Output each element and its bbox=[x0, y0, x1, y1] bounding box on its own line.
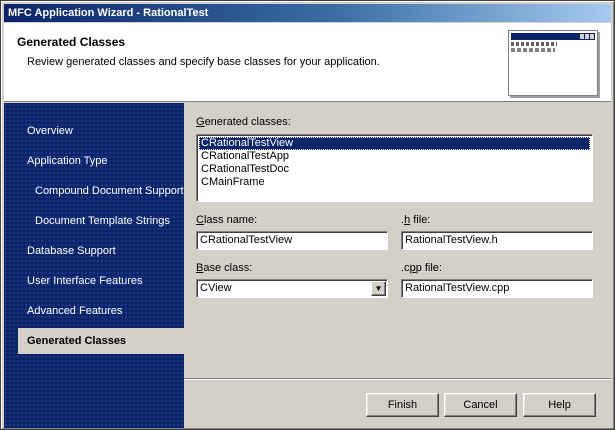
cpp-file-label: .cpp file: bbox=[401, 262, 442, 274]
sidebar-item-document-template-strings[interactable]: Document Template Strings bbox=[4, 208, 184, 234]
cpp-file-label-text: p file: bbox=[415, 262, 442, 274]
finish-button[interactable]: Finish bbox=[366, 393, 439, 417]
base-class-label-text: ase class: bbox=[203, 262, 253, 274]
help-button[interactable]: Help bbox=[523, 393, 596, 417]
chevron-down-icon[interactable]: ▼ bbox=[371, 281, 386, 296]
cpp-file-label-prefix: .c bbox=[401, 262, 410, 274]
wizard-header: Generated Classes Review generated class… bbox=[4, 23, 611, 102]
wizard-window: MFC Application Wizard - RationalTest Ge… bbox=[0, 0, 615, 430]
wizard-sidebar: Overview Application Type Compound Docum… bbox=[4, 103, 184, 428]
list-item[interactable]: CRationalTestApp bbox=[199, 150, 590, 163]
generated-classes-label: Generated classes: bbox=[196, 116, 291, 128]
h-file-label-text: file: bbox=[410, 214, 431, 226]
generated-classes-list[interactable]: CRationalTestView CRationalTestApp CRati… bbox=[196, 134, 593, 202]
preview-menu-bar bbox=[511, 42, 557, 46]
h-file-label: .h file: bbox=[401, 214, 430, 226]
cancel-button[interactable]: Cancel bbox=[444, 393, 517, 417]
generated-classes-label-accel: G bbox=[196, 116, 205, 128]
preview-toolbar bbox=[511, 48, 555, 52]
list-item[interactable]: CRationalTestView bbox=[199, 137, 590, 150]
cpp-file-field[interactable]: RationalTestView.cpp bbox=[401, 279, 593, 298]
button-separator bbox=[184, 378, 611, 380]
class-name-field[interactable]: CRationalTestView bbox=[196, 231, 388, 250]
list-item[interactable]: CRationalTestDoc bbox=[199, 163, 590, 176]
base-class-dropdown[interactable]: CView ▼ bbox=[196, 279, 388, 298]
window-title-bar: MFC Application Wizard - RationalTest bbox=[4, 4, 611, 22]
base-class-label: Base class: bbox=[196, 262, 252, 274]
list-item[interactable]: CMainFrame bbox=[199, 176, 590, 189]
class-name-label-text: lass name: bbox=[203, 214, 258, 226]
sidebar-item-overview[interactable]: Overview bbox=[4, 118, 184, 144]
sidebar-item-user-interface-features[interactable]: User Interface Features bbox=[4, 268, 184, 294]
preview-window-buttons bbox=[580, 34, 594, 39]
class-name-label-accel: C bbox=[196, 214, 204, 226]
page-description: Review generated classes and specify bas… bbox=[27, 56, 380, 68]
h-file-field[interactable]: RationalTestView.h bbox=[401, 231, 593, 250]
window-preview-icon bbox=[508, 30, 598, 96]
base-class-selected-value: CView bbox=[200, 282, 232, 294]
sidebar-item-database-support[interactable]: Database Support bbox=[4, 238, 184, 264]
generated-classes-label-text: enerated classes: bbox=[204, 116, 291, 128]
sidebar-item-compound-document-support[interactable]: Compound Document Support bbox=[4, 178, 184, 204]
sidebar-item-application-type[interactable]: Application Type bbox=[4, 148, 184, 174]
sidebar-item-advanced-features[interactable]: Advanced Features bbox=[4, 298, 184, 324]
sidebar-item-generated-classes[interactable]: Generated Classes bbox=[18, 328, 184, 354]
class-name-label: Class name: bbox=[196, 214, 257, 226]
page-title: Generated Classes bbox=[17, 35, 126, 49]
